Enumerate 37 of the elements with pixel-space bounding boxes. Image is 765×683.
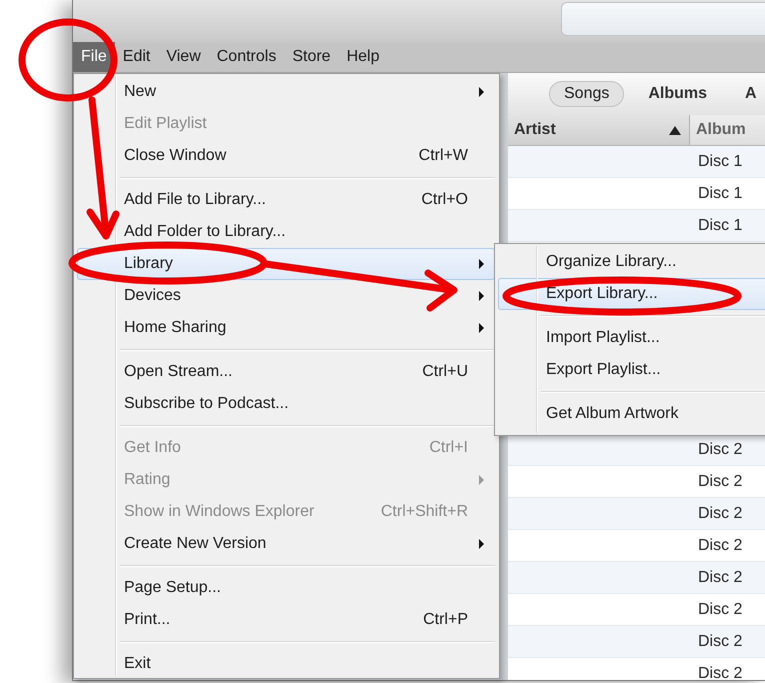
table-cell: Disc 1	[698, 216, 742, 234]
menu-item[interactable]: Add File to Library... Ctrl+O	[77, 184, 495, 216]
menu-bar-item[interactable]: Store	[284, 42, 339, 72]
menu-bar-item[interactable]: Controls	[208, 42, 284, 72]
view-tab[interactable]: A	[731, 82, 765, 106]
menu-item[interactable]: Get Album Artwork	[498, 398, 765, 430]
menu-item[interactable]: Devices	[77, 280, 495, 312]
menu-bar-item[interactable]: Help	[338, 42, 388, 72]
column-header[interactable]: Album	[690, 115, 765, 145]
menu-item[interactable]: Subscribe to Podcast...	[77, 388, 495, 420]
menu-item[interactable]: Add Folder to Library...	[77, 216, 495, 248]
menu-item[interactable]: Import Playlist...	[498, 322, 765, 354]
table-cell: Disc 2	[698, 664, 742, 680]
menu-item[interactable]: Create New Version	[77, 528, 495, 560]
table-cell: Disc 2	[698, 472, 742, 490]
table-cell: Disc 2	[698, 504, 742, 522]
menu-item[interactable]: Home Sharing	[77, 312, 495, 344]
menu-item[interactable]: New	[77, 76, 495, 108]
table-cell: Disc 2	[698, 632, 742, 650]
menu-item[interactable]: Close Window Ctrl+W	[77, 140, 495, 172]
table-cell: Disc 1	[698, 152, 742, 170]
table-cell: Disc 1	[698, 184, 742, 202]
menu-bar-item[interactable]: View	[158, 42, 209, 72]
table-cell: Disc 2	[698, 440, 742, 458]
view-tab[interactable]: Songs	[549, 81, 624, 107]
search-field[interactable]	[561, 2, 765, 36]
table-cell: Disc 2	[698, 600, 742, 618]
menu-item[interactable]: Page Setup...	[77, 572, 495, 604]
table-cell: Disc 2	[698, 568, 742, 586]
menu-item[interactable]: Print... Ctrl+P	[77, 604, 495, 636]
table-cell: Disc 2	[698, 536, 742, 554]
menu-item[interactable]: Open Stream... Ctrl+U	[77, 356, 495, 388]
menu-item[interactable]: Exit	[77, 648, 495, 680]
view-tab[interactable]: Albums	[634, 82, 722, 106]
menu-item[interactable]: Organize Library...	[498, 246, 765, 278]
menu-bar-item[interactable]: Edit	[114, 42, 158, 72]
menu-item[interactable]: Export Playlist...	[498, 354, 765, 386]
